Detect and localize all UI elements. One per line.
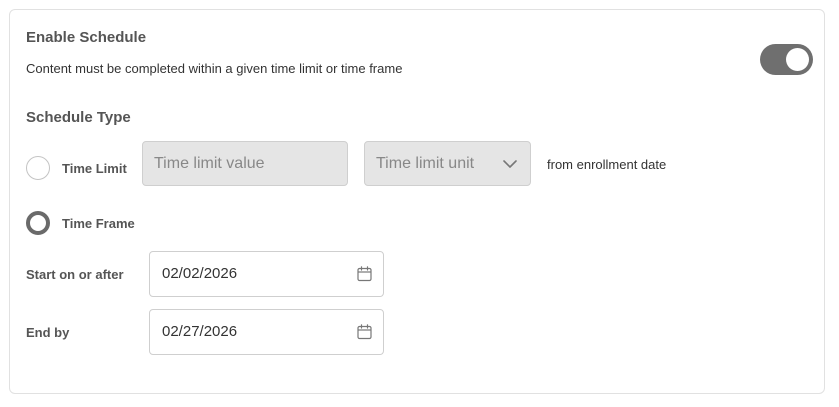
time-limit-unit-placeholder: Time limit unit bbox=[376, 155, 475, 172]
end-date-value: 02/27/2026 bbox=[162, 323, 238, 340]
time-frame-label: Time Frame bbox=[62, 216, 135, 231]
enable-schedule-toggle[interactable] bbox=[760, 44, 813, 75]
schedule-card: Enable Schedule Content must be complete… bbox=[9, 9, 825, 394]
enable-schedule-description: Content must be completed within a given… bbox=[26, 61, 403, 76]
start-date-label: Start on or after bbox=[26, 267, 124, 282]
time-limit-unit-select[interactable]: Time limit unit bbox=[364, 141, 531, 186]
enable-schedule-title: Enable Schedule bbox=[26, 29, 147, 46]
end-date-label: End by bbox=[26, 325, 70, 340]
time-limit-value-input[interactable] bbox=[142, 141, 348, 186]
calendar-icon[interactable] bbox=[357, 324, 372, 340]
start-date-field[interactable]: 02/02/2026 bbox=[149, 251, 384, 297]
calendar-icon[interactable] bbox=[357, 266, 372, 282]
time-frame-radio[interactable] bbox=[26, 211, 50, 235]
time-limit-label: Time Limit bbox=[62, 161, 127, 176]
schedule-type-title: Schedule Type bbox=[26, 109, 131, 126]
start-date-value: 02/02/2026 bbox=[162, 265, 238, 282]
time-limit-suffix: from enrollment date bbox=[547, 157, 667, 172]
toggle-knob bbox=[786, 48, 809, 71]
end-date-field[interactable]: 02/27/2026 bbox=[149, 309, 384, 355]
time-limit-radio[interactable] bbox=[26, 156, 50, 180]
chevron-down-icon bbox=[503, 160, 517, 168]
